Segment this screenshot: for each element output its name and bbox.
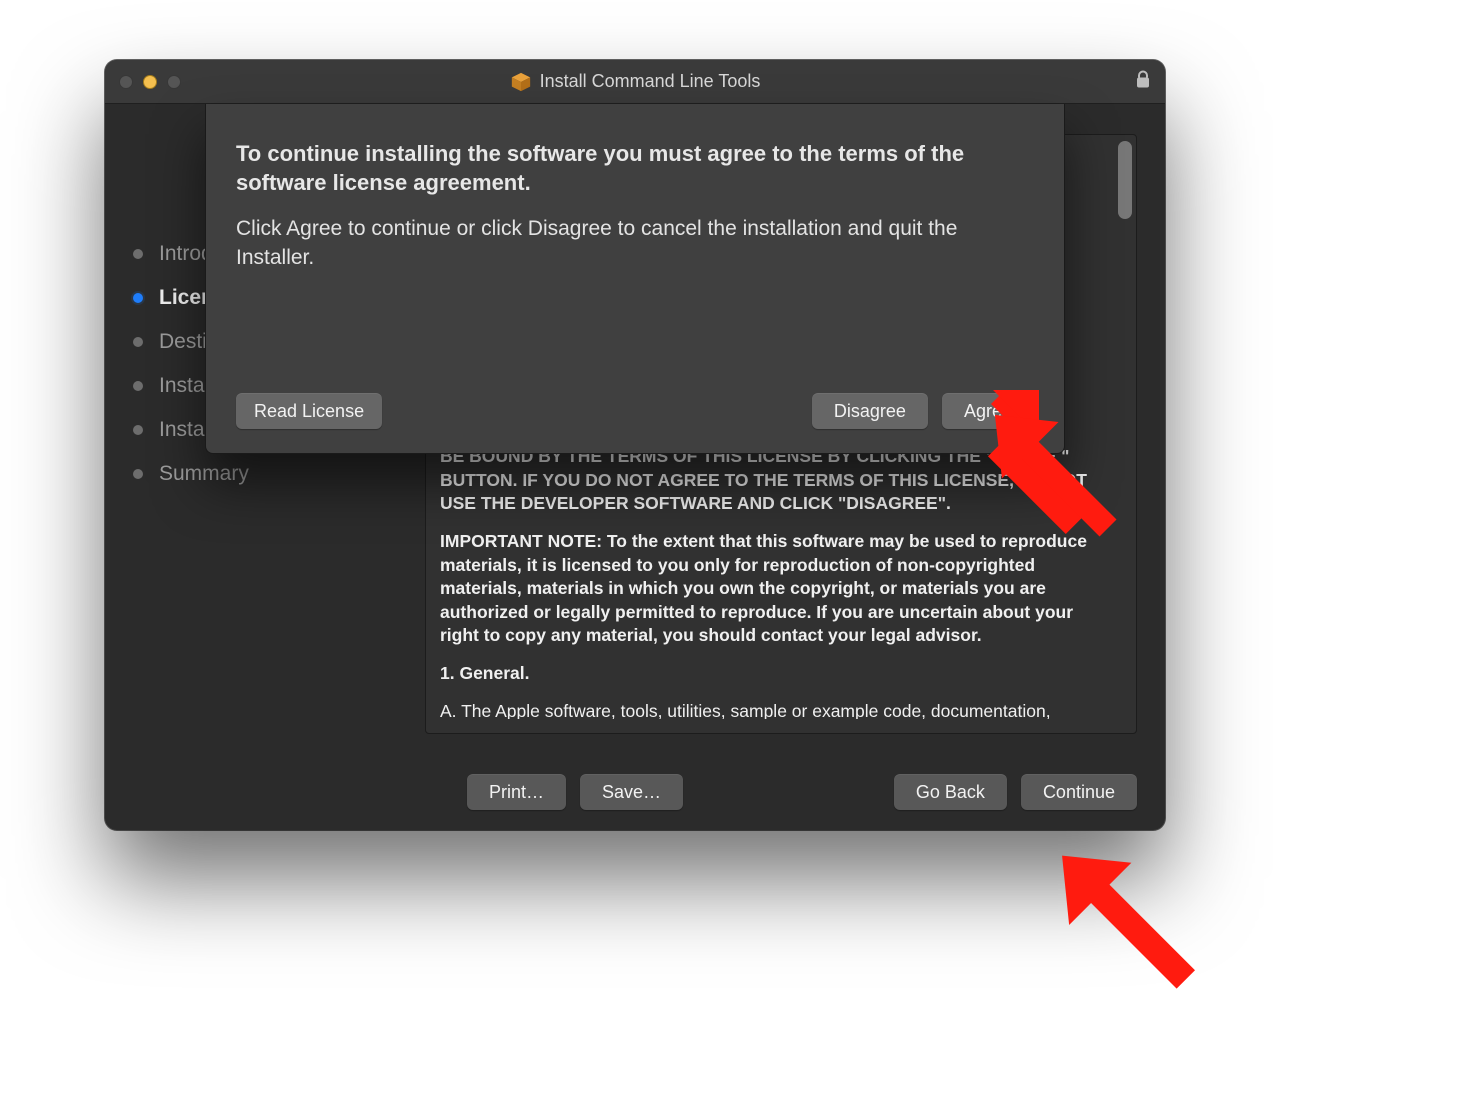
footer: Print… Save… Go Back Continue (105, 754, 1165, 830)
license-para-2: IMPORTANT NOTE: To the extent that this … (440, 530, 1106, 648)
close-dot[interactable] (119, 75, 133, 89)
save-button[interactable]: Save… (580, 774, 683, 810)
sheet-heading: To continue installing the software you … (236, 140, 1034, 197)
zoom-dot[interactable] (167, 75, 181, 89)
installer-window: Install Command Line Tools Introduction … (105, 60, 1165, 830)
scrollbar-thumb[interactable] (1118, 141, 1132, 219)
traffic-lights (119, 75, 181, 89)
go-back-button[interactable]: Go Back (894, 774, 1007, 810)
license-section-1-head: 1. General. (440, 662, 1106, 686)
agreement-sheet: To continue installing the software you … (205, 104, 1065, 454)
step-summary: Summary (133, 452, 403, 496)
arrow-to-continue-icon (1030, 820, 1220, 1020)
window-title: Install Command Line Tools (540, 71, 761, 92)
sheet-body: Click Agree to continue or click Disagre… (236, 215, 1034, 272)
license-para-1: BE BOUND BY THE TERMS OF THIS LICENSE BY… (440, 445, 1106, 516)
package-icon (510, 71, 532, 93)
disagree-button[interactable]: Disagree (812, 393, 928, 429)
titlebar: Install Command Line Tools (105, 60, 1165, 104)
continue-button[interactable]: Continue (1021, 774, 1137, 810)
license-section-1a: A. The Apple software, tools, utilities,… (440, 700, 1106, 719)
lock-icon[interactable] (1135, 70, 1151, 93)
agree-button[interactable]: Agree (942, 393, 1034, 429)
content: Introduction License Destination Select … (105, 104, 1165, 830)
read-license-button[interactable]: Read License (236, 393, 382, 429)
print-button[interactable]: Print… (467, 774, 566, 810)
minimize-dot[interactable] (143, 75, 157, 89)
